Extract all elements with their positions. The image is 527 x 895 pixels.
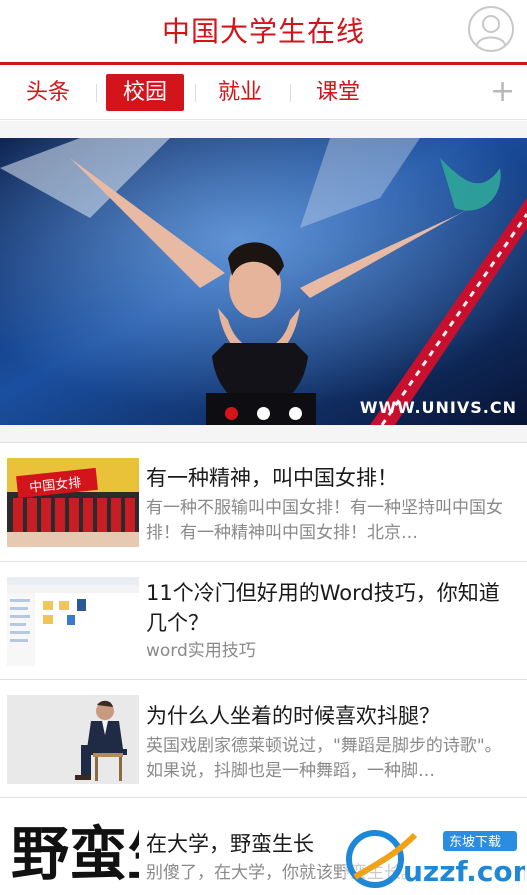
watermark-brand: uzzf.com bbox=[403, 855, 525, 888]
news-title[interactable]: 为什么人坐着的时候喜欢抖腿？ bbox=[146, 701, 515, 731]
tab-employment[interactable]: 就业 bbox=[204, 74, 276, 111]
tab-separator bbox=[195, 84, 196, 102]
carousel-dot[interactable] bbox=[289, 407, 302, 420]
tab-separator bbox=[96, 84, 97, 102]
tab-separator bbox=[290, 84, 291, 102]
user-avatar-icon[interactable] bbox=[468, 6, 514, 52]
news-item[interactable]: 为什么人坐着的时候喜欢抖腿？ 英国戏剧家德莱顿说过，"舞蹈是脚步的诗歌"。如果说… bbox=[0, 680, 527, 798]
svg-text:野蛮生长: 野蛮生长 bbox=[11, 820, 139, 888]
tab-campus[interactable]: 校园 bbox=[106, 74, 184, 111]
news-title[interactable]: 11个冷门但好用的Word技巧，你知道几个？ bbox=[146, 578, 515, 638]
app-header: 中国大学生在线 bbox=[0, 0, 527, 62]
news-thumbnail bbox=[7, 577, 139, 666]
banner-carousel[interactable]: WWW.UNIVS.CN bbox=[0, 138, 527, 425]
news-summary: 英国戏剧家德莱顿说过，"舞蹈是脚步的诗歌"。如果说，抖脚也是一种舞蹈，一种脚… bbox=[146, 736, 502, 781]
watermark-logo: 东坡下载 uzzf.com bbox=[345, 825, 527, 893]
section-gap bbox=[0, 425, 527, 443]
news-title[interactable]: 有一种精神，叫中国女排！ bbox=[146, 463, 515, 493]
add-tab-icon[interactable]: + bbox=[490, 73, 515, 110]
carousel-dot-active[interactable] bbox=[225, 407, 238, 420]
news-thumbnail: 野蛮生长 bbox=[7, 812, 139, 895]
banner-image bbox=[0, 138, 527, 425]
watermark-tag: 东坡下载 bbox=[449, 835, 501, 850]
news-thumbnail: 中国女排 bbox=[7, 458, 139, 547]
news-item[interactable]: 中国女排 有一种精神，叫中国女排！ 有一种不服输叫中国女排！有一种坚持叫中国女排… bbox=[0, 444, 527, 562]
tab-headlines[interactable]: 头条 bbox=[12, 74, 84, 111]
news-thumbnail bbox=[7, 695, 139, 784]
app-title: 中国大学生在线 bbox=[161, 15, 365, 48]
user-icon bbox=[476, 15, 506, 46]
category-tabs: 头条 校园 就业 课堂 + bbox=[0, 65, 527, 120]
news-summary: 有一种不服输叫中国女排！有一种坚持叫中国女排！有一种精神叫中国女排！北京… bbox=[146, 498, 503, 543]
news-item[interactable]: 11个冷门但好用的Word技巧，你知道几个？ word实用技巧 bbox=[0, 562, 527, 680]
banner-source-label: WWW.UNIVS.CN bbox=[359, 398, 517, 417]
news-summary: word实用技巧 bbox=[146, 641, 256, 661]
section-gap bbox=[0, 121, 527, 138]
carousel-dot[interactable] bbox=[257, 407, 270, 420]
tab-classroom[interactable]: 课堂 bbox=[300, 74, 376, 111]
